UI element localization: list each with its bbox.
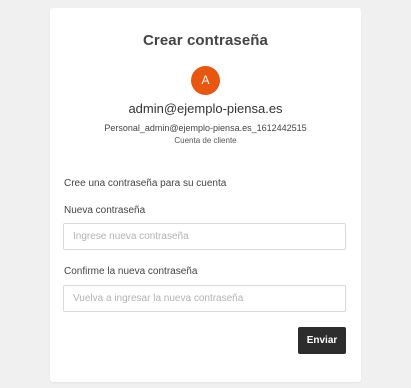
account-email: admin@ejemplo-piensa.es xyxy=(128,101,283,116)
form-instructions: Cree una contraseña para su cuenta xyxy=(64,178,227,189)
create-password-card: Crear contraseña A admin@ejemplo-piensa.… xyxy=(50,8,361,382)
avatar: A xyxy=(191,66,220,95)
new-password-input[interactable] xyxy=(63,223,346,250)
confirm-password-input[interactable] xyxy=(63,285,346,312)
submit-button[interactable]: Enviar xyxy=(298,327,346,354)
account-type: Cuenta de cliente xyxy=(174,136,237,145)
new-password-label: Nueva contraseña xyxy=(64,205,146,216)
confirm-password-label: Confirme la nueva contraseña xyxy=(64,266,198,277)
account-username: Personal_admin@ejemplo-piensa.es_1612442… xyxy=(104,123,307,133)
page-title: Crear contraseña xyxy=(143,32,268,49)
